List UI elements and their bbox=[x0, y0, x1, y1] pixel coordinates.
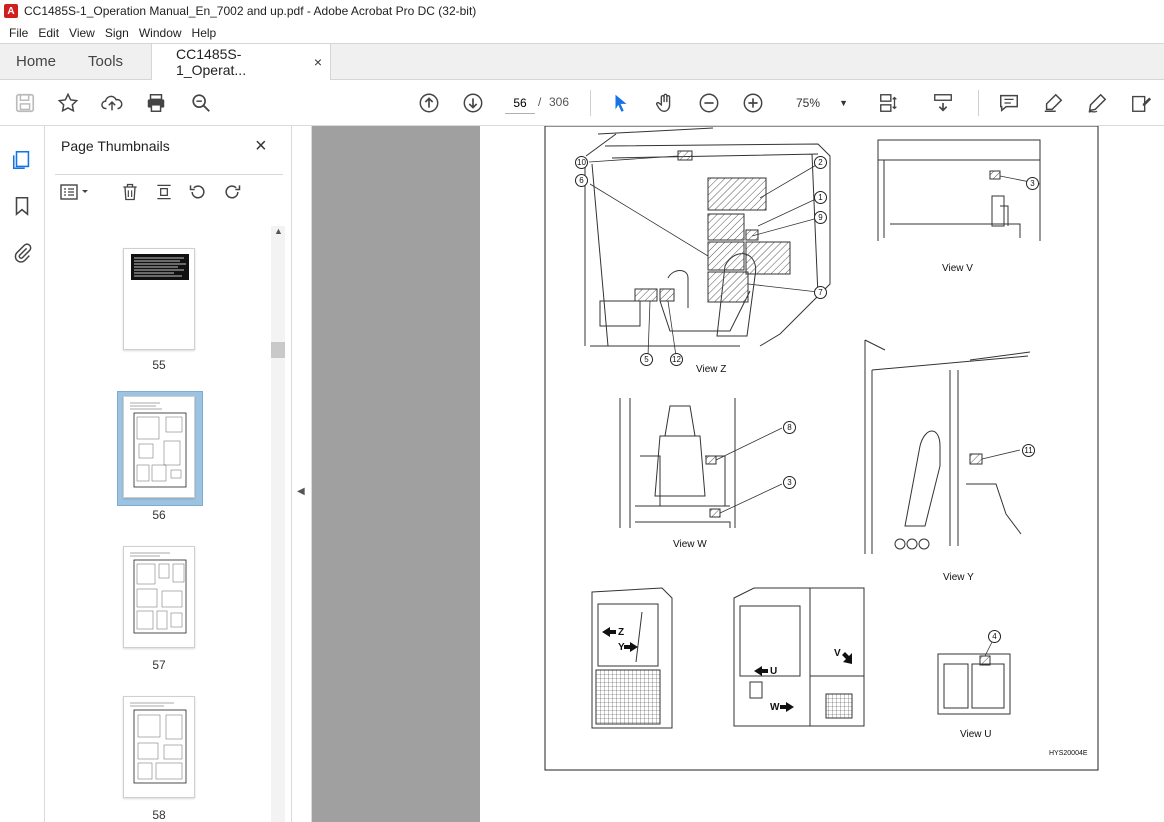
thumbnail-label: 55 bbox=[152, 358, 166, 372]
page-number-input[interactable] bbox=[505, 92, 535, 114]
view-u-drawing bbox=[937, 653, 1011, 715]
view-w-label: View W bbox=[673, 539, 707, 550]
view-v-label: View V bbox=[942, 263, 973, 274]
thumbnail-page[interactable] bbox=[123, 396, 195, 498]
callout-3: 3 bbox=[1026, 177, 1039, 190]
chevron-down-icon: ▼ bbox=[839, 98, 848, 108]
select-cursor-icon[interactable] bbox=[609, 91, 633, 115]
thumbnail-label: 57 bbox=[152, 658, 166, 672]
callout-4: 4 bbox=[988, 630, 1001, 643]
callout-6: 6 bbox=[575, 174, 588, 187]
callout-8: 8 bbox=[783, 421, 796, 434]
direction-z-label: Z bbox=[618, 627, 625, 638]
thumbnail-page[interactable] bbox=[123, 248, 195, 350]
view-u-label: View U bbox=[960, 729, 992, 740]
comment-icon[interactable] bbox=[997, 91, 1021, 115]
highlight-pen-icon[interactable] bbox=[1041, 91, 1065, 115]
extract-pages-icon[interactable] bbox=[153, 181, 175, 203]
direction-v-label: V bbox=[834, 648, 841, 659]
tab-bar: Home Tools CC1485S-1_Operat... × bbox=[0, 43, 1164, 80]
star-icon[interactable] bbox=[56, 91, 80, 115]
hand-tool-icon[interactable] bbox=[653, 91, 677, 115]
thumbnail-page[interactable] bbox=[123, 546, 195, 648]
delete-icon[interactable] bbox=[119, 181, 141, 203]
sign-pen-icon[interactable] bbox=[1085, 91, 1109, 115]
view-z-label: View Z bbox=[696, 364, 727, 375]
save-icon[interactable] bbox=[13, 91, 37, 115]
callout-2: 2 bbox=[814, 156, 827, 169]
main-toolbar: / 306 75% ▼ bbox=[0, 80, 1164, 126]
menu-bar: File Edit View Sign Window Help bbox=[0, 22, 1164, 43]
zoom-value: 75% bbox=[796, 96, 821, 110]
scroll-up-icon[interactable]: ▲ bbox=[274, 226, 283, 236]
page-separator: / bbox=[538, 95, 542, 109]
panel-title: Page Thumbnails bbox=[61, 138, 170, 154]
tab-home[interactable]: Home bbox=[0, 44, 72, 79]
next-page-icon[interactable] bbox=[461, 91, 485, 115]
thumbnail-page[interactable] bbox=[123, 696, 195, 798]
page-thumbnails-icon[interactable] bbox=[10, 148, 34, 172]
upload-icon[interactable] bbox=[100, 91, 124, 115]
window-title: CC1485S-1_Operation Manual_En_7002 and u… bbox=[24, 4, 477, 18]
document-viewport[interactable]: 2 1 9 7 10 6 5 12 3 8 3 11 4 View Z View… bbox=[312, 126, 1164, 822]
previous-page-icon[interactable] bbox=[417, 91, 441, 115]
callout-9: 9 bbox=[814, 211, 827, 224]
toolbar-divider bbox=[590, 90, 591, 116]
close-icon[interactable]: × bbox=[255, 135, 267, 158]
menu-file[interactable]: File bbox=[4, 26, 33, 40]
figure-code: HYS20004E bbox=[1049, 750, 1088, 757]
acrobat-logo-icon: A bbox=[4, 4, 18, 18]
tab-document[interactable]: CC1485S-1_Operat... × bbox=[151, 44, 332, 80]
callout-3-w: 3 bbox=[783, 476, 796, 489]
scroll-mode-icon[interactable] bbox=[931, 91, 955, 115]
view-y-label: View Y bbox=[943, 572, 974, 583]
zoom-search-icon[interactable] bbox=[189, 91, 213, 115]
page-display-icon[interactable] bbox=[877, 91, 901, 115]
callout-12: 12 bbox=[670, 353, 683, 366]
zoom-in-icon[interactable] bbox=[741, 91, 765, 115]
document-tab-label: CC1485S-1_Operat... bbox=[176, 46, 247, 78]
view-v-drawing bbox=[877, 139, 1041, 241]
thumbnail-toolbar bbox=[55, 174, 283, 208]
title-bar: A CC1485S-1_Operation Manual_En_7002 and… bbox=[0, 0, 1164, 22]
attachment-icon[interactable] bbox=[10, 240, 34, 264]
rotate-left-icon[interactable] bbox=[187, 181, 209, 203]
zoom-out-icon[interactable] bbox=[697, 91, 721, 115]
callout-11: 11 bbox=[1022, 444, 1035, 457]
page-total: 306 bbox=[549, 95, 570, 109]
scrollbar-thumb[interactable] bbox=[271, 342, 285, 358]
zoom-select[interactable]: 75% ▼ bbox=[792, 92, 852, 114]
toolbar-divider bbox=[978, 90, 979, 116]
menu-sign[interactable]: Sign bbox=[100, 26, 134, 40]
bookmark-icon[interactable] bbox=[10, 194, 34, 218]
menu-view[interactable]: View bbox=[64, 26, 100, 40]
callout-5: 5 bbox=[640, 353, 653, 366]
print-icon[interactable] bbox=[144, 91, 168, 115]
close-icon[interactable]: × bbox=[314, 54, 322, 70]
direction-w-label: W bbox=[770, 702, 780, 713]
view-y-drawing bbox=[864, 339, 1031, 554]
thumbnail-label: 58 bbox=[152, 808, 166, 822]
technical-drawing bbox=[544, 126, 1099, 771]
menu-window[interactable]: Window bbox=[134, 26, 187, 40]
callout-7: 7 bbox=[814, 286, 827, 299]
callout-10: 10 bbox=[575, 156, 588, 169]
pdf-page: 2 1 9 7 10 6 5 12 3 8 3 11 4 View Z View… bbox=[480, 126, 1164, 822]
thumbnail-scrollbar[interactable]: ▲ bbox=[271, 226, 285, 822]
options-menu-icon[interactable] bbox=[59, 181, 93, 203]
left-rail bbox=[0, 126, 45, 822]
rotate-right-icon[interactable] bbox=[221, 181, 243, 203]
thumbnail-panel: Page Thumbnails × 55 56 57 58 ▲ bbox=[45, 126, 292, 822]
collapse-left-icon: ◀ bbox=[297, 486, 305, 497]
direction-y-label: Y bbox=[618, 642, 625, 653]
menu-edit[interactable]: Edit bbox=[33, 26, 64, 40]
thumbnail-label: 56 bbox=[152, 508, 166, 522]
thumbnail-list: 55 56 57 58 bbox=[45, 218, 278, 822]
direction-u-label: U bbox=[770, 666, 778, 677]
edit-pdf-icon[interactable] bbox=[1129, 91, 1153, 115]
tab-tools[interactable]: Tools bbox=[72, 44, 139, 79]
menu-help[interactable]: Help bbox=[187, 26, 222, 40]
callout-1: 1 bbox=[814, 191, 827, 204]
panel-collapse-handle[interactable]: ◀ bbox=[292, 126, 312, 822]
